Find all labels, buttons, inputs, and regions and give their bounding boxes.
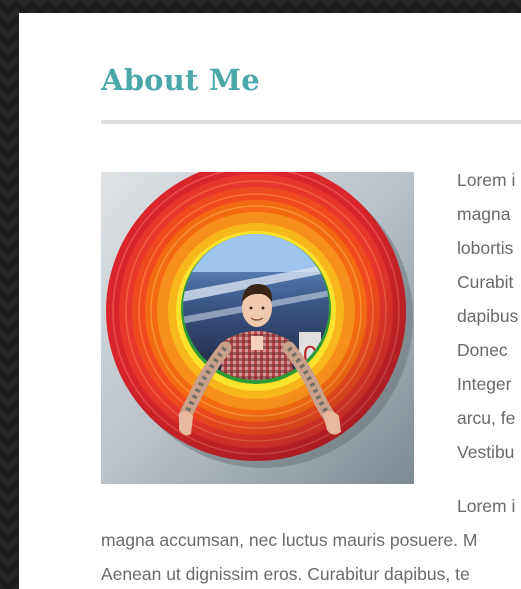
title-divider <box>101 120 521 124</box>
profile-photo: 0 <box>101 172 414 484</box>
page-title: About Me <box>101 63 260 97</box>
second-paragraph: Lorem i magna accumsan, nec luctus mauri… <box>101 489 515 589</box>
paragraph-line: Curabit <box>457 272 514 292</box>
paragraph-line: Aenean ut dignissim eros. Curabitur dapi… <box>101 564 470 584</box>
paragraph-line: magna accumsan, nec luctus mauris posuer… <box>101 530 478 550</box>
paragraph-line: Lorem i <box>457 170 516 190</box>
paragraph-line: arcu, fe <box>457 408 516 428</box>
paragraph-line: Donec <box>457 340 508 360</box>
paragraph-line: magna <box>457 204 511 224</box>
paragraph-line: Lorem i <box>457 496 516 516</box>
paragraph-line: lobortis <box>457 238 514 258</box>
paragraph-line: dapibus <box>457 306 519 326</box>
intro-paragraph: Lorem i magna lobortis Curabit dapibus D… <box>457 163 518 469</box>
paragraph-line: Integer <box>457 374 512 394</box>
paragraph-line: Vestibu <box>457 442 515 462</box>
content-panel: About Me 0 Lorem i magna lobortis Curabi… <box>19 13 521 589</box>
